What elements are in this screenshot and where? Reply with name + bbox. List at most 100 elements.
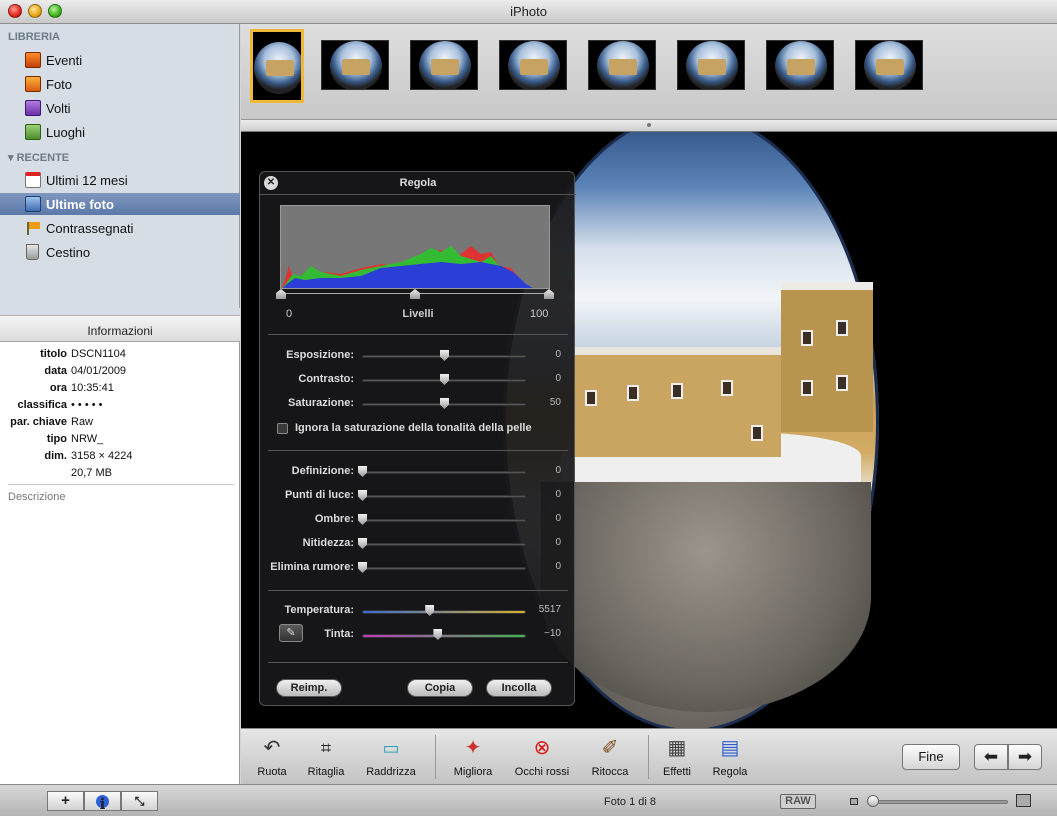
enhance-button[interactable]: ✦ Migliora (438, 735, 508, 783)
retouch-button[interactable]: ✐ Ritocca (575, 735, 645, 783)
slider-knob[interactable] (358, 490, 367, 501)
levels-midtone-handle[interactable] (410, 289, 420, 299)
rotate-icon: ↶ (263, 737, 281, 759)
info-value[interactable]: DSCN1104 (71, 348, 126, 360)
red-eye-icon: ⊗ (533, 737, 551, 759)
splitter-handle[interactable] (0, 308, 240, 316)
highlights-slider[interactable]: Punti di luce: 0 (260, 487, 576, 505)
sidebar-item-trash[interactable]: Cestino (0, 241, 240, 263)
crop-icon: ⌗ (320, 738, 332, 758)
definition-slider[interactable]: Definizione: 0 (260, 463, 576, 481)
photo-count: Foto 1 di 8 (604, 796, 656, 808)
next-photo-button[interactable]: ➡ (1008, 744, 1042, 770)
section-header-recent[interactable]: ▾ RECENTE (8, 151, 69, 164)
thumbnail-3[interactable] (410, 40, 478, 90)
info-row-rating: classifica • • • • • (0, 399, 240, 415)
info-value[interactable]: Raw (71, 416, 93, 428)
slider-track[interactable] (362, 567, 526, 570)
previous-photo-button[interactable]: ⬅ (974, 744, 1008, 770)
events-icon (25, 52, 41, 68)
info-value[interactable]: 10:35:41 (71, 382, 114, 394)
slider-knob[interactable] (433, 629, 443, 640)
slider-track[interactable] (362, 610, 526, 614)
thumbnail-1[interactable] (250, 29, 304, 103)
enhance-icon: ✦ (464, 737, 482, 759)
zoom-slider-knob[interactable] (867, 795, 879, 807)
slider-label: Esposizione: (286, 349, 354, 361)
info-value[interactable]: 04/01/2009 (71, 365, 126, 377)
slider-track[interactable] (362, 543, 526, 546)
trash-icon (26, 244, 39, 260)
add-button[interactable]: + (47, 791, 84, 811)
done-button[interactable]: Fine (902, 744, 960, 770)
description-field[interactable]: Descrizione (8, 491, 65, 503)
slider-track[interactable] (362, 471, 526, 474)
slider-label: Elimina rumore: (270, 561, 354, 573)
retouch-icon: ✐ (601, 737, 619, 759)
slider-knob[interactable] (440, 350, 449, 361)
slider-knob[interactable] (425, 605, 435, 616)
sidebar-item-events[interactable]: Eventi (0, 49, 240, 71)
photos-icon (25, 76, 41, 92)
rating-dots[interactable]: • • • • • (71, 399, 102, 411)
zoom-slider[interactable] (870, 800, 1008, 804)
thumbnail-5[interactable] (588, 40, 656, 90)
straighten-button[interactable]: ▭ Raddrizza (356, 735, 426, 783)
thumbnail-6[interactable] (677, 40, 745, 90)
slider-track[interactable] (362, 634, 526, 638)
info-key: dim. (44, 450, 67, 462)
sidebar-item-flagged[interactable]: Contrassegnati (0, 217, 240, 239)
info-key: data (44, 365, 67, 377)
sidebar-item-last-12-months[interactable]: Ultimi 12 mesi (0, 169, 240, 191)
tool-label: Raddrizza (366, 766, 416, 778)
slider-knob[interactable] (358, 562, 367, 573)
sharpness-slider[interactable]: Nitidezza: 0 (260, 535, 576, 553)
levels-white-point-handle[interactable] (544, 289, 554, 299)
slider-track[interactable] (362, 495, 526, 498)
info-panel: Informazioni titolo DSCN1104 data 04/01/… (0, 308, 240, 784)
saturation-slider[interactable]: Saturazione: 50 (260, 395, 576, 413)
levels-black-point-handle[interactable] (276, 289, 286, 299)
filmstrip (241, 24, 1057, 120)
reset-button[interactable]: Reimp. (276, 679, 342, 697)
paste-button[interactable]: Incolla (486, 679, 552, 697)
sidebar-item-photos[interactable]: Foto (0, 73, 240, 95)
slider-knob[interactable] (358, 514, 367, 525)
tint-slider[interactable]: Tinta: −10 (260, 626, 576, 644)
slider-track[interactable] (362, 519, 526, 522)
sidebar-item-label: Volti (46, 101, 71, 116)
skin-tone-checkbox[interactable] (277, 423, 288, 434)
temperature-slider[interactable]: Temperatura: 5517 (260, 602, 576, 620)
divider (268, 662, 568, 663)
slider-knob[interactable] (358, 538, 367, 549)
source-list: LIBRERIA Eventi Foto Volti Luoghi ▾ RECE… (0, 24, 240, 308)
adjust-button[interactable]: ▤ Regola (695, 735, 765, 783)
thumbnail-8[interactable] (855, 40, 923, 90)
info-key: par. chiave (10, 416, 67, 428)
sidebar-item-faces[interactable]: Volti (0, 97, 240, 119)
noise-reduction-slider[interactable]: Elimina rumore: 0 (260, 559, 576, 577)
thumbnail-4[interactable] (499, 40, 567, 90)
slider-label: Tinta: (324, 628, 354, 640)
slider-knob[interactable] (358, 466, 367, 477)
info-row-filesize: 20,7 MB (0, 467, 240, 483)
skin-tone-checkbox-label[interactable]: Ignora la saturazione della tonalità del… (295, 422, 532, 434)
sidebar-item-places[interactable]: Luoghi (0, 121, 240, 143)
contrast-slider[interactable]: Contrasto: 0 (260, 371, 576, 389)
filmstrip-splitter[interactable] (241, 120, 1057, 132)
crop-button[interactable]: ⌗ Ritaglia (291, 735, 361, 783)
info-button[interactable]: i (84, 791, 121, 813)
photo-ground (541, 482, 871, 712)
fullscreen-button[interactable]: ⤡ (121, 791, 158, 811)
levels-label: Livelli (402, 308, 434, 320)
shadows-slider[interactable]: Ombre: 0 (260, 511, 576, 529)
slider-knob[interactable] (440, 398, 449, 409)
red-eye-button[interactable]: ⊗ Occhi rossi (507, 735, 577, 783)
thumbnail-2[interactable] (321, 40, 389, 90)
slider-knob[interactable] (440, 374, 449, 385)
thumbnail-7[interactable] (766, 40, 834, 90)
copy-button[interactable]: Copia (407, 679, 473, 697)
arrow-right-icon: ➡ (1017, 747, 1033, 766)
exposure-slider[interactable]: Esposizione: 0 (260, 347, 576, 365)
sidebar-item-last-import[interactable]: Ultime foto (0, 193, 240, 215)
